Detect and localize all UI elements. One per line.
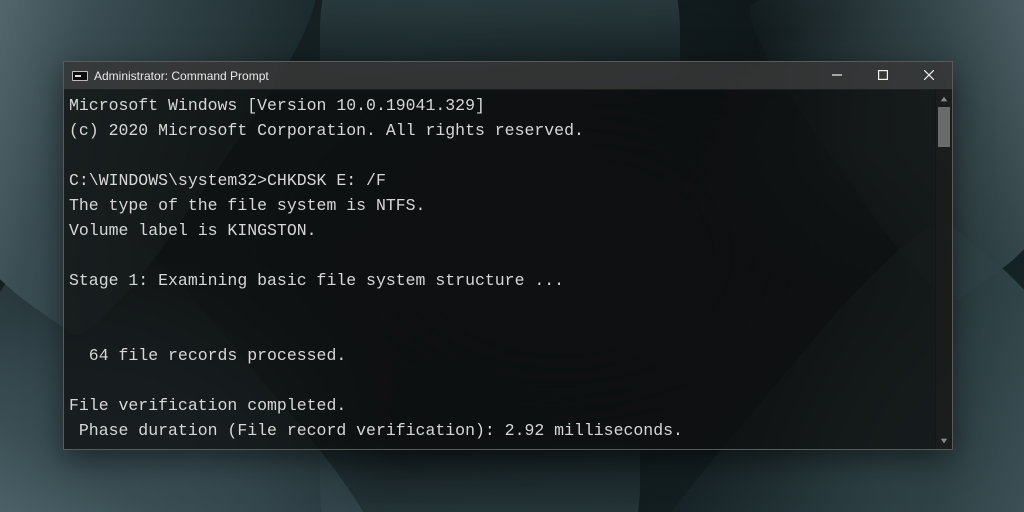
terminal-line: File verification completed. — [69, 393, 930, 418]
minimize-icon — [832, 69, 842, 83]
scrollbar-thumb[interactable] — [938, 107, 950, 147]
client-area: Microsoft Windows [Version 10.0.19041.32… — [64, 90, 952, 449]
chevron-up-icon — [940, 90, 948, 108]
maximize-icon — [878, 69, 888, 83]
scrollbar-track[interactable] — [936, 107, 952, 432]
terminal-line — [69, 368, 930, 393]
terminal-line — [69, 143, 930, 168]
terminal-line: Volume label is KINGSTON. — [69, 218, 930, 243]
close-icon — [924, 69, 934, 83]
terminal-output[interactable]: Microsoft Windows [Version 10.0.19041.32… — [64, 90, 935, 449]
chevron-down-icon — [940, 432, 948, 450]
terminal-line: Microsoft Windows [Version 10.0.19041.32… — [69, 93, 930, 118]
terminal-line: The type of the file system is NTFS. — [69, 193, 930, 218]
maximize-button[interactable] — [860, 62, 906, 90]
close-button[interactable] — [906, 62, 952, 90]
minimize-button[interactable] — [814, 62, 860, 90]
terminal-line — [69, 293, 930, 318]
titlebar[interactable]: Administrator: Command Prompt — [64, 62, 952, 90]
terminal-line: C:\WINDOWS\system32>CHKDSK E: /F — [69, 168, 930, 193]
scroll-down-button[interactable] — [936, 432, 952, 449]
terminal-line — [69, 318, 930, 343]
terminal-line: (c) 2020 Microsoft Corporation. All righ… — [69, 118, 930, 143]
terminal-line: Phase duration (File record verification… — [69, 418, 930, 443]
terminal-line: Stage 1: Examining basic file system str… — [69, 268, 930, 293]
cmd-icon — [72, 71, 88, 81]
window-title: Administrator: Command Prompt — [94, 69, 269, 83]
terminal-line — [69, 243, 930, 268]
scroll-up-button[interactable] — [936, 90, 952, 107]
command-prompt-window: Administrator: Command Prompt Microsoft … — [64, 62, 952, 449]
scrollbar-vertical[interactable] — [935, 90, 952, 449]
terminal-line: 64 file records processed. — [69, 343, 930, 368]
